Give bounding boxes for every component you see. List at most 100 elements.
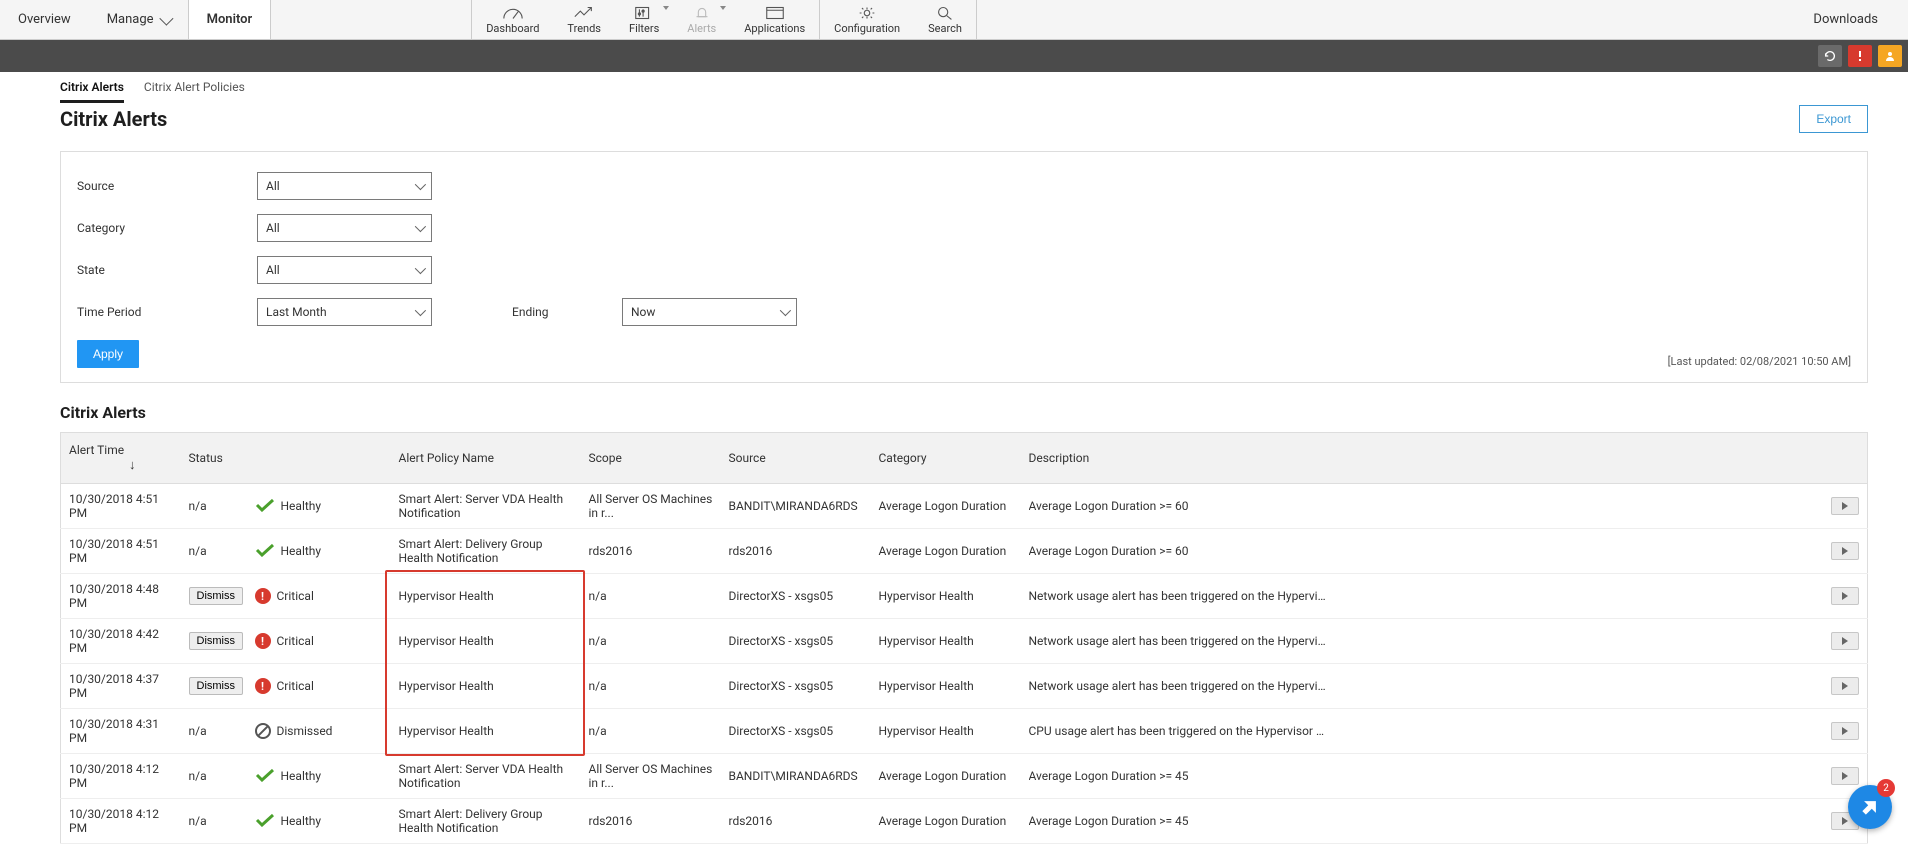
chat-fab[interactable]: 2 <box>1848 785 1892 829</box>
tool-trends[interactable]: Trends <box>553 0 615 39</box>
bell-icon <box>691 5 713 21</box>
row-action-button[interactable] <box>1831 632 1859 650</box>
tool-filters[interactable]: Filters <box>615 0 673 39</box>
col-alert-time[interactable]: Alert Time ↓ <box>61 433 181 484</box>
cell-source: rds2016 <box>721 529 871 574</box>
table-row[interactable]: 10/30/2018 4:51 PMn/aHealthySmart Alert:… <box>61 529 1868 574</box>
critical-notice-icon[interactable] <box>1848 45 1872 67</box>
status-label: Dismissed <box>277 724 333 738</box>
table-row[interactable]: 10/30/2018 4:12 PMn/aHealthySmart Alert:… <box>61 754 1868 799</box>
status-label: Healthy <box>281 814 322 828</box>
subtab-citrix-alert-policies[interactable]: Citrix Alert Policies <box>144 80 245 103</box>
cell-category: Hypervisor Health <box>871 664 1021 709</box>
table-row[interactable]: 10/30/2018 4:37 PMDismiss!CriticalHyperv… <box>61 664 1868 709</box>
col-source[interactable]: Source <box>721 433 871 484</box>
table-row[interactable]: 10/30/2018 4:48 PMDismiss!CriticalHyperv… <box>61 574 1868 619</box>
healthy-icon <box>255 543 275 560</box>
gear-icon <box>856 5 878 21</box>
export-button[interactable]: Export <box>1799 105 1868 133</box>
cell-time: 10/30/2018 4:37 PM <box>69 672 173 700</box>
cell-description: Average Logon Duration >= 45 <box>1029 769 1329 783</box>
select-source[interactable]: All <box>257 172 432 200</box>
cell-category: Hypervisor Health <box>871 619 1021 664</box>
chevron-down-icon <box>415 305 426 316</box>
row-action-button[interactable] <box>1831 722 1859 740</box>
cell-policy: Smart Alert: Server VDA Health Notificat… <box>391 484 581 529</box>
select-state[interactable]: All <box>257 256 432 284</box>
label-category: Category <box>77 221 257 235</box>
sort-desc-icon: ↓ <box>129 457 136 473</box>
dismiss-na: n/a <box>189 724 207 738</box>
dashboard-icon <box>502 5 524 21</box>
tool-configuration[interactable]: Configuration <box>820 0 914 39</box>
table-row[interactable]: 10/30/2018 4:42 PMDismiss!CriticalHyperv… <box>61 619 1868 664</box>
cell-description: CPU usage alert has been triggered on th… <box>1029 724 1329 738</box>
row-action-button[interactable] <box>1831 542 1859 560</box>
dismiss-button[interactable]: Dismiss <box>189 632 244 650</box>
cell-policy: Smart Alert: Server VDA Health Notificat… <box>391 754 581 799</box>
cell-scope: All Server OS Machines in r... <box>581 484 721 529</box>
nav-overview[interactable]: Overview <box>0 0 89 39</box>
table-row[interactable]: 10/30/2018 4:51 PMn/aHealthySmart Alert:… <box>61 484 1868 529</box>
dropdown-caret-icon <box>663 6 669 10</box>
apply-button[interactable]: Apply <box>77 340 139 368</box>
col-description[interactable]: Description <box>1021 433 1824 484</box>
subtab-citrix-alerts[interactable]: Citrix Alerts <box>60 80 124 103</box>
table-row[interactable]: 10/30/2018 4:31 PMn/aDismissedHypervisor… <box>61 709 1868 754</box>
col-scope[interactable]: Scope <box>581 433 721 484</box>
row-action-button[interactable] <box>1831 767 1859 785</box>
status-label: Critical <box>277 589 314 603</box>
status-label: Healthy <box>281 499 322 513</box>
cell-policy: Hypervisor Health <box>391 619 581 664</box>
healthy-icon <box>255 498 275 515</box>
section-title: Citrix Alerts <box>60 403 1868 422</box>
dismiss-button[interactable]: Dismiss <box>189 587 244 605</box>
cell-policy: Smart Alert: Delivery Group Health Notif… <box>391 529 581 574</box>
critical-icon: ! <box>255 588 271 604</box>
cell-description: Network usage alert has been triggered o… <box>1029 679 1329 693</box>
nav-monitor[interactable]: Monitor <box>188 0 272 39</box>
cell-time: 10/30/2018 4:12 PM <box>69 807 173 835</box>
cell-category: Average Logon Duration <box>871 484 1021 529</box>
dismiss-button[interactable]: Dismiss <box>189 677 244 695</box>
fab-badge: 2 <box>1877 779 1895 797</box>
healthy-icon <box>255 813 275 830</box>
tool-dashboard[interactable]: Dashboard <box>472 0 553 39</box>
refresh-button[interactable] <box>1818 45 1842 67</box>
row-action-button[interactable] <box>1831 677 1859 695</box>
downloads-link[interactable]: Downloads <box>1813 12 1878 27</box>
select-category[interactable]: All <box>257 214 432 242</box>
status-label: Critical <box>277 679 314 693</box>
search-icon <box>934 5 956 21</box>
select-timeperiod[interactable]: Last Month <box>257 298 432 326</box>
select-ending[interactable]: Now <box>622 298 797 326</box>
page-title: Citrix Alerts <box>60 107 167 131</box>
cell-scope: n/a <box>581 709 721 754</box>
chevron-down-icon <box>780 305 791 316</box>
cell-description: Average Logon Duration >= 60 <box>1029 544 1329 558</box>
cell-policy: Hypervisor Health <box>391 709 581 754</box>
healthy-icon <box>255 768 275 785</box>
col-status[interactable]: Status <box>181 433 391 484</box>
col-policy[interactable]: Alert Policy Name <box>391 433 581 484</box>
cell-scope: n/a <box>581 664 721 709</box>
nav-manage[interactable]: Manage <box>89 0 188 39</box>
table-row[interactable]: 10/30/2018 4:12 PMn/aHealthySmart Alert:… <box>61 799 1868 844</box>
cell-scope: rds2016 <box>581 529 721 574</box>
tool-search[interactable]: Search <box>914 0 976 39</box>
dismissed-icon <box>255 723 271 739</box>
cell-source: DirectorXS - xsgs05 <box>721 709 871 754</box>
status-label: Critical <box>277 634 314 648</box>
cell-source: BANDIT\MIRANDA6RDS <box>721 754 871 799</box>
cell-source: BANDIT\MIRANDA6RDS <box>721 484 871 529</box>
warning-notice-icon[interactable] <box>1878 45 1902 67</box>
tool-applications[interactable]: Applications <box>730 0 820 39</box>
cell-time: 10/30/2018 4:42 PM <box>69 627 173 655</box>
col-category[interactable]: Category <box>871 433 1021 484</box>
row-action-button[interactable] <box>1831 497 1859 515</box>
chevron-down-icon <box>415 263 426 274</box>
row-action-button[interactable] <box>1831 587 1859 605</box>
cell-time: 10/30/2018 4:51 PM <box>69 492 173 520</box>
status-label: Healthy <box>281 544 322 558</box>
cell-description: Network usage alert has been triggered o… <box>1029 634 1329 648</box>
